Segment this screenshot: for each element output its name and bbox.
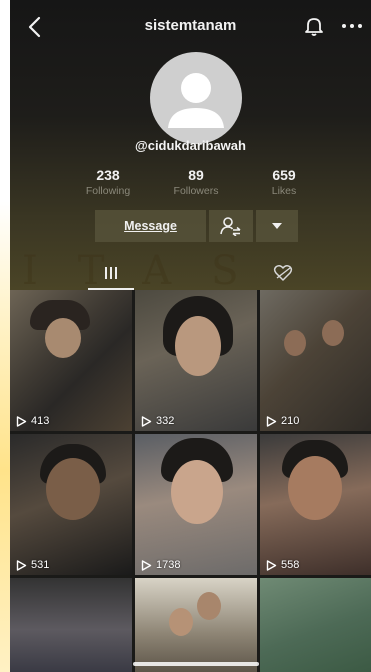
view-count: 210 <box>266 415 299 427</box>
view-count-label: 210 <box>281 415 300 427</box>
stat-value: 89 <box>188 167 204 183</box>
view-count: 558 <box>266 559 299 571</box>
stat-followers[interactable]: 89 Followers <box>151 167 241 197</box>
caret-down-icon <box>272 223 282 229</box>
view-count: 531 <box>16 559 49 571</box>
video-thumbnail[interactable]: 558 <box>260 434 371 575</box>
video-thumbnail[interactable]: 1738 <box>135 434 257 575</box>
stat-likes[interactable]: 659 Likes <box>239 167 329 197</box>
video-thumbnail[interactable] <box>260 578 371 672</box>
stat-value: 238 <box>96 167 120 183</box>
video-thumbnail[interactable]: 210 <box>260 290 371 431</box>
video-thumbnail[interactable] <box>10 578 132 672</box>
follow-toggle-button[interactable] <box>209 210 253 242</box>
play-outline-icon <box>266 559 277 571</box>
more-dots-icon[interactable] <box>339 16 365 36</box>
stat-label: Following <box>85 185 131 197</box>
play-outline-icon <box>266 415 277 427</box>
view-count-label: 1738 <box>156 559 181 571</box>
thumbnail-face <box>284 330 306 356</box>
view-count-label: 332 <box>156 415 175 427</box>
video-thumbnail[interactable]: 413 <box>10 290 132 431</box>
tab-liked[interactable] <box>260 258 306 288</box>
view-count: 1738 <box>141 559 180 571</box>
thumbnail-face <box>45 318 81 358</box>
view-count-label: 558 <box>281 559 300 571</box>
avatar[interactable] <box>150 52 242 144</box>
thumbnail-face <box>288 456 342 520</box>
home-indicator <box>133 662 259 666</box>
top-bar: sistemtanam <box>10 0 371 52</box>
message-button[interactable]: Message <box>95 210 206 242</box>
stat-label: Likes <box>271 185 297 197</box>
play-outline-icon <box>141 559 152 571</box>
view-count: 332 <box>141 415 174 427</box>
stat-value: 659 <box>272 167 296 183</box>
thumbnail-face <box>169 608 193 636</box>
stat-label: Followers <box>173 185 219 197</box>
view-count-label: 413 <box>31 415 50 427</box>
play-outline-icon <box>16 415 27 427</box>
profile-stats: 238 Following 89 Followers 659 Likes <box>10 167 371 199</box>
thumbnail-face <box>175 316 221 376</box>
thumbnail-face <box>171 460 223 524</box>
tab-videos[interactable] <box>88 258 134 290</box>
default-avatar-icon <box>168 73 224 128</box>
thumbnail-face <box>322 320 344 346</box>
profile-screen: ITAS sistemtanam @cidukdaribawah 238 Fol… <box>0 0 371 672</box>
grid-bars-icon <box>105 267 117 279</box>
video-thumbnail[interactable]: 531 <box>10 434 132 575</box>
play-outline-icon <box>141 415 152 427</box>
view-count-label: 531 <box>31 559 50 571</box>
stat-following[interactable]: 238 Following <box>63 167 153 197</box>
thumbnail-face <box>197 592 221 620</box>
view-count: 413 <box>16 415 49 427</box>
more-options-dropdown[interactable] <box>256 210 298 242</box>
profile-handle: @cidukdaribawah <box>135 138 246 153</box>
heart-hidden-icon <box>273 265 293 281</box>
profile-tabs <box>10 258 371 290</box>
background-band <box>0 0 10 672</box>
play-outline-icon <box>16 559 27 571</box>
user-swap-icon <box>220 217 241 236</box>
video-grid: 413 332 210 531 1738 558 <box>10 290 371 672</box>
bell-icon[interactable] <box>303 15 325 37</box>
video-thumbnail[interactable] <box>135 578 257 672</box>
thumbnail-face <box>46 458 100 520</box>
video-thumbnail[interactable]: 332 <box>135 290 257 431</box>
